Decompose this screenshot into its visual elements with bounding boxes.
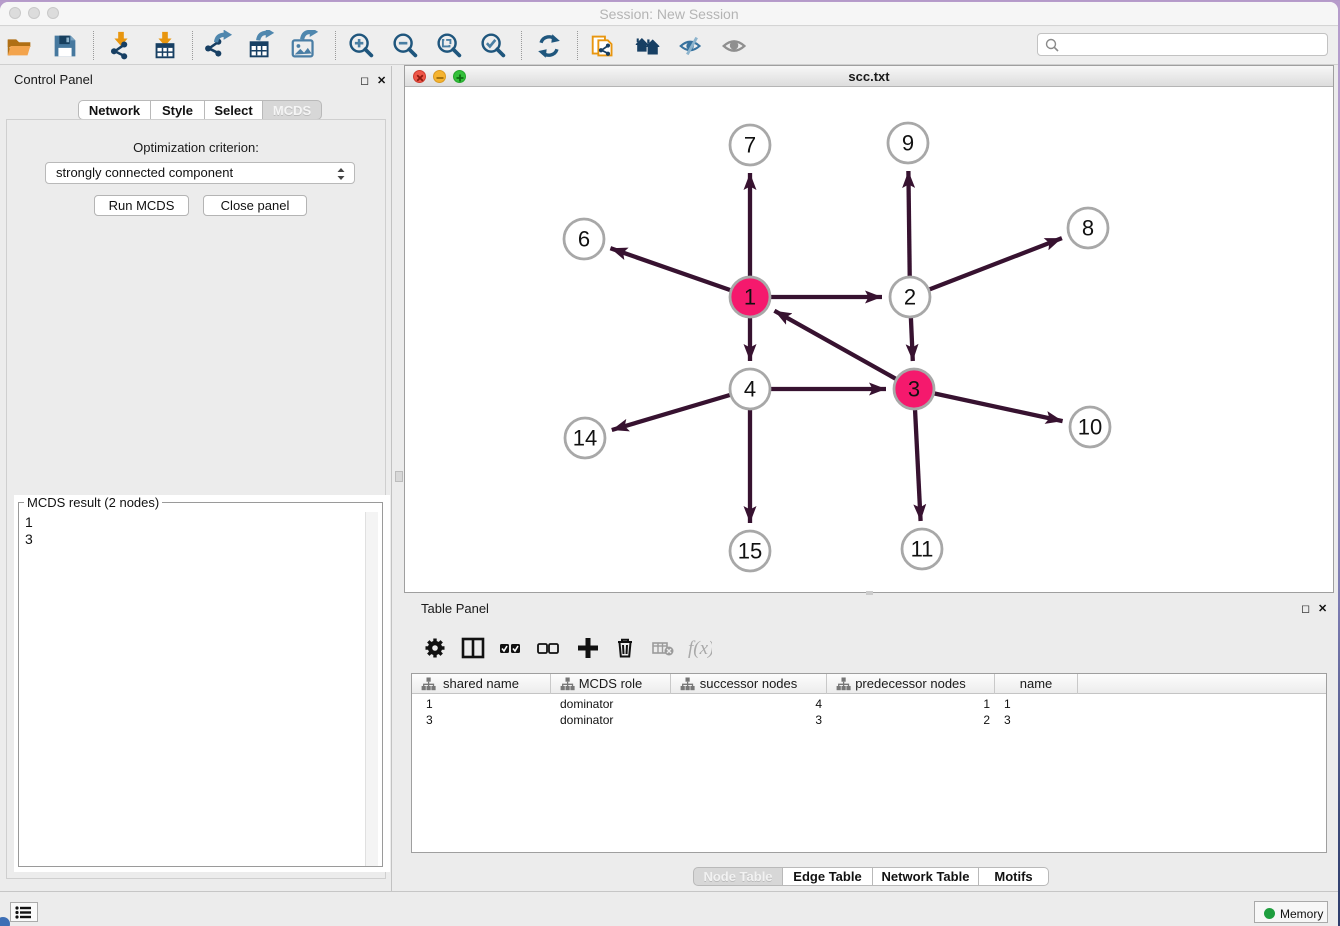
svg-text:11: 11 [911, 537, 934, 562]
svg-text:8: 8 [1082, 216, 1094, 241]
svg-text:15: 15 [738, 539, 762, 564]
svg-text:2: 2 [904, 285, 916, 310]
svg-text:6: 6 [578, 227, 590, 252]
svg-text:4: 4 [744, 377, 756, 402]
svg-text:9: 9 [902, 131, 914, 156]
svg-text:10: 10 [1078, 415, 1102, 440]
svg-text:3: 3 [908, 377, 920, 402]
svg-text:1: 1 [744, 285, 756, 310]
svg-text:7: 7 [744, 133, 756, 158]
svg-text:f(x): f(x) [688, 638, 712, 659]
svg-text:14: 14 [573, 426, 597, 451]
